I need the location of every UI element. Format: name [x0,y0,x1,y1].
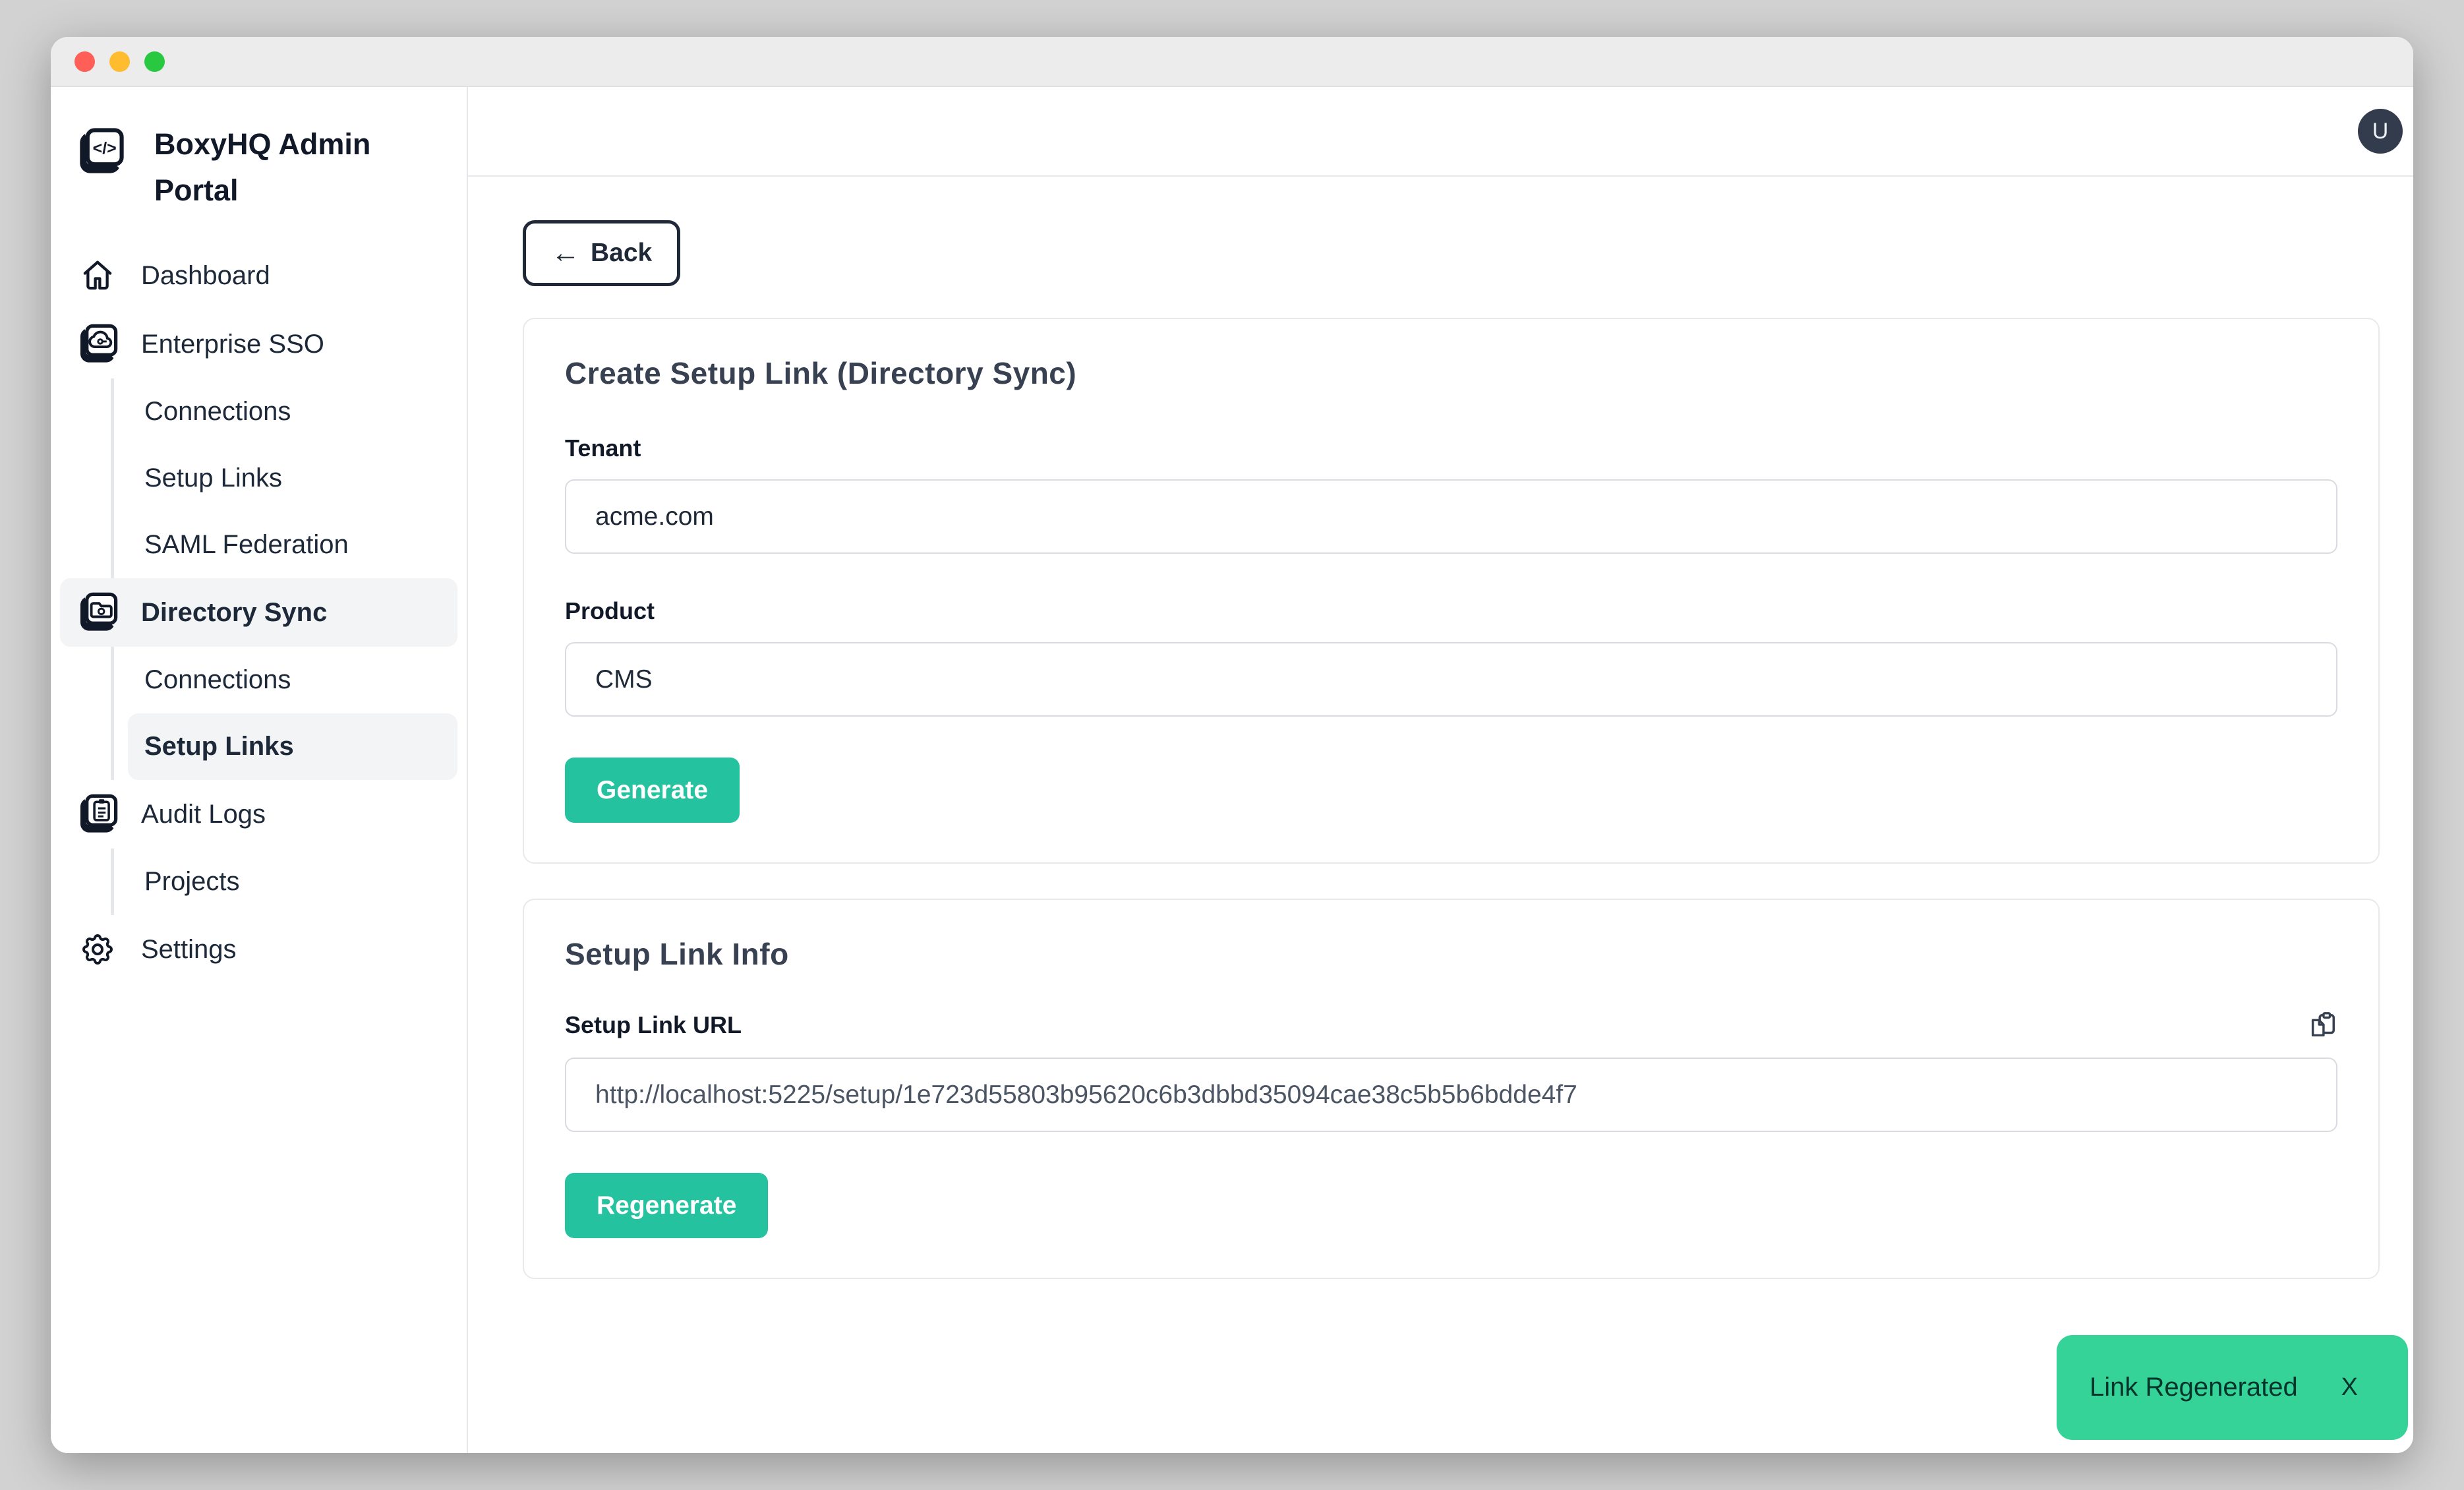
product-input[interactable] [565,642,2337,717]
sidebar-item-label: Directory Sync [141,598,327,628]
setup-link-url-row: Setup Link URL [565,1010,2337,1040]
product-label: Product [565,597,2337,625]
window-titlebar [51,37,2413,87]
back-button[interactable]: ← Back [523,220,680,286]
sidebar-item-label: Settings [141,935,237,965]
sidebar-item-enterprise-sso[interactable]: Enterprise SSO [60,310,457,378]
sidebar-item-label: Dashboard [141,261,270,291]
back-arrow-icon: ← [551,239,580,268]
sidebar-item-settings[interactable]: Settings [60,915,457,984]
sidebar-item-label: Setup Links [144,463,282,493]
sidebar-nav: Dashboard Enterprise SSO [60,241,457,984]
enterprise-sso-sublist: Connections Setup Links SAML Federation [111,378,457,578]
sidebar-item-label: Enterprise SSO [141,330,324,359]
sidebar-item-dashboard[interactable]: Dashboard [60,241,457,310]
avatar-initial: U [2372,119,2389,144]
sidebar-item-label: Connections [144,397,291,427]
gear-icon [70,931,125,968]
sso-keycap-cloud-icon [70,318,125,370]
sidebar-item-audit-logs[interactable]: Audit Logs [60,780,457,849]
directory-sync-keycap-folder-icon [70,587,125,638]
maximize-window-button[interactable] [144,51,165,72]
minimize-window-button[interactable] [109,51,130,72]
sidebar-item-sso-setup-links[interactable]: Setup Links [114,445,457,512]
sidebar-item-label: Connections [144,665,291,695]
setup-link-url-input[interactable] [565,1058,2337,1132]
tenant-input[interactable] [565,479,2337,554]
setup-link-info-card: Setup Link Info Setup Link URL [523,899,2380,1279]
sidebar-item-label: Setup Links [144,732,294,761]
sidebar-item-label: SAML Federation [144,530,349,560]
page-content: ← Back Create Setup Link (Directory Sync… [468,177,2413,1305]
top-header: U [468,87,2413,177]
home-icon [70,258,125,293]
sidebar-item-saml-federation[interactable]: SAML Federation [114,512,457,578]
sidebar-item-sso-connections[interactable]: Connections [114,378,457,445]
svg-text:</>: </> [93,139,117,158]
copy-icon[interactable] [2307,1010,2337,1040]
info-card-title: Setup Link Info [565,936,2337,972]
sidebar-item-label: Audit Logs [141,800,266,829]
user-avatar[interactable]: U [2358,109,2403,154]
sidebar-item-dsync-connections[interactable]: Connections [114,647,457,713]
app-window: </> BoxyHQ Admin Portal Dashboard [51,37,2413,1453]
brand-home-link[interactable]: </> BoxyHQ Admin Portal [60,116,457,214]
audit-logs-keycap-clipboard-icon [70,789,125,840]
success-toast: Link Regenerated X [2057,1335,2408,1440]
boxyhq-logo-icon: </> [70,121,131,182]
sidebar: </> BoxyHQ Admin Portal Dashboard [51,87,468,1453]
main-area: U ← Back Create Setup Link (Directory Sy… [468,87,2413,1453]
back-button-label: Back [591,239,652,268]
setup-link-url-label: Setup Link URL [565,1011,742,1039]
sidebar-item-projects[interactable]: Projects [114,849,457,915]
audit-logs-sublist: Projects [111,849,457,915]
sidebar-item-label: Projects [144,867,240,897]
toast-close-button[interactable]: X [2341,1373,2358,1402]
toast-message: Link Regenerated [2090,1373,2298,1402]
tenant-label: Tenant [565,434,2337,462]
close-window-button[interactable] [74,51,95,72]
app-body: </> BoxyHQ Admin Portal Dashboard [51,87,2413,1453]
brand-name: BoxyHQ Admin Portal [154,121,385,214]
create-card-title: Create Setup Link (Directory Sync) [565,355,2337,391]
regenerate-button[interactable]: Regenerate [565,1173,768,1238]
create-setup-link-card: Create Setup Link (Directory Sync) Tenan… [523,318,2380,864]
sidebar-item-dsync-setup-links[interactable]: Setup Links [128,713,457,780]
sidebar-item-directory-sync[interactable]: Directory Sync [60,578,457,647]
generate-button[interactable]: Generate [565,758,740,823]
directory-sync-sublist: Connections Setup Links [111,647,457,780]
